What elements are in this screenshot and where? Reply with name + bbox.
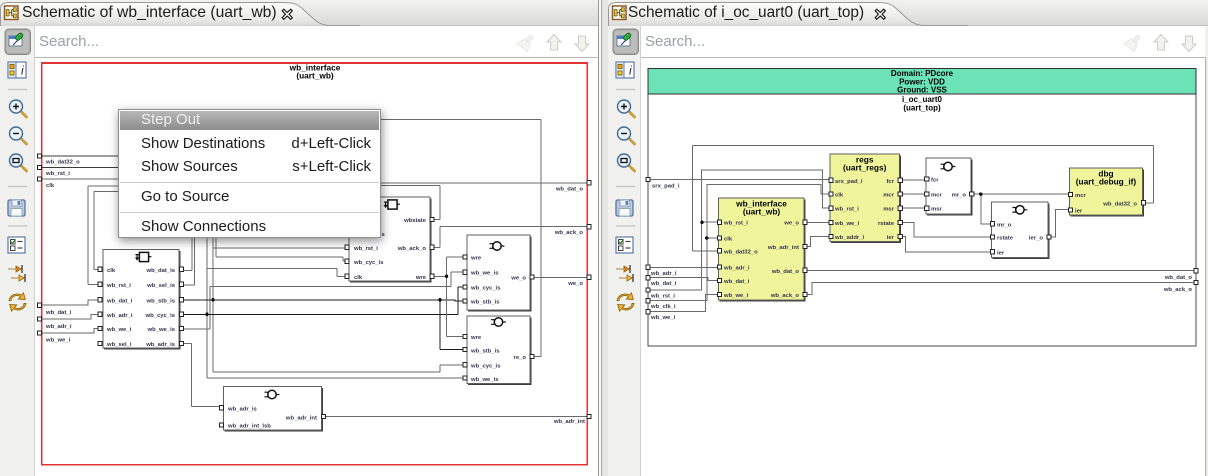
svg-text:clk: clk [354, 275, 363, 281]
svg-text:wbstate: wbstate [403, 218, 427, 224]
svg-text:(uart_wb): (uart_wb) [743, 207, 781, 217]
svg-text:wb_dat_o: wb_dat_o [771, 269, 800, 275]
svg-text:fcr: fcr [886, 179, 894, 185]
svg-text:srx_pad_i: srx_pad_i [652, 184, 680, 190]
svg-text:wb_adr_int: wb_adr_int [767, 245, 799, 251]
svg-text:wb_adr_is: wb_adr_is [145, 342, 176, 348]
svg-text:wb_adr_int: wb_adr_int [285, 416, 317, 422]
svg-text:re_o: re_o [514, 355, 527, 361]
svg-text:wb_cyc_is: wb_cyc_is [353, 260, 384, 266]
svg-text:mcr: mcr [883, 193, 895, 199]
svg-text:wb_dat_i: wb_dat_i [723, 279, 750, 285]
svg-text:wb_we_i: wb_we_i [834, 221, 860, 227]
svg-text:wb_we_i: wb_we_i [650, 315, 676, 321]
svg-text:msr: msr [883, 207, 895, 213]
svg-text:i: i [21, 64, 24, 78]
svg-text:clk: clk [46, 183, 55, 189]
svg-text:wb_rst_i: wb_rst_i [45, 171, 70, 177]
svg-text:wb_sel_is: wb_sel_is [146, 283, 176, 289]
svg-text:wb_we_is: wb_we_is [146, 327, 175, 333]
svg-text:clk: clk [835, 193, 844, 199]
svg-text:wb_dat32_o: wb_dat32_o [723, 249, 758, 255]
svg-text:wb_rst_i: wb_rst_i [834, 207, 859, 213]
svg-text:wb_cyc_is: wb_cyc_is [470, 286, 501, 292]
svg-text:Ground: VSS: Ground: VSS [897, 86, 947, 95]
svg-text:wb_rst_i: wb_rst_i [106, 283, 131, 289]
svg-text:wb_sel_i: wb_sel_i [106, 342, 132, 348]
svg-text:clk: clk [107, 268, 116, 274]
svg-text:clk: clk [724, 237, 733, 243]
svg-text:wb_ack_o: wb_ack_o [397, 246, 427, 252]
svg-text:rstate: rstate [878, 221, 895, 227]
svg-text:wb_ack_o: wb_ack_o [770, 293, 800, 299]
svg-text:wb_we_i: wb_we_i [45, 338, 71, 344]
svg-text:wb_adr_is: wb_adr_is [227, 406, 258, 412]
svg-text:wb_ack_o: wb_ack_o [554, 230, 584, 236]
svg-text:we_o: we_o [510, 276, 526, 282]
svg-text:wb_rst_i: wb_rst_i [723, 221, 748, 227]
svg-text:wre: wre [415, 275, 427, 281]
svg-text:wb_adr_i: wb_adr_i [106, 313, 133, 319]
svg-text:wb_stb_is: wb_stb_is [470, 300, 500, 306]
svg-text:wb_rst_i: wb_rst_i [353, 246, 378, 252]
svg-text:ier: ier [1075, 209, 1083, 215]
svg-text:wre: wre [470, 335, 482, 341]
svg-text:(uart_wb): (uart_wb) [296, 71, 334, 81]
svg-text:wb_cyc_is: wb_cyc_is [470, 363, 501, 369]
svg-text:(uart_regs): (uart_regs) [843, 162, 887, 172]
svg-text:wb_ack_o: wb_ack_o [1163, 287, 1193, 293]
svg-text:wb_we_i: wb_we_i [723, 293, 749, 299]
svg-text:wb_dat_i: wb_dat_i [106, 298, 133, 304]
svg-text:we_o: we_o [567, 281, 583, 287]
svg-text:wb_addr_i: wb_addr_i [834, 235, 864, 241]
svg-text:ier: ier [997, 250, 1005, 256]
svg-text:rstate: rstate [997, 236, 1014, 242]
svg-text:wb_stb_is: wb_stb_is [470, 349, 500, 355]
svg-text:(uart_top): (uart_top) [903, 104, 941, 113]
svg-text:wb_adr_i: wb_adr_i [723, 265, 750, 271]
svg-text:(uart_debug_if): (uart_debug_if) [1076, 176, 1137, 186]
svg-text:ier: ier [887, 235, 895, 241]
svg-text:wre: wre [470, 256, 482, 262]
svg-text:i_oc_uart0: i_oc_uart0 [902, 95, 943, 104]
svg-text:mcr: mcr [931, 193, 943, 199]
svg-text:we_o: we_o [783, 221, 799, 227]
svg-text:wb_adr_i: wb_adr_i [650, 271, 677, 277]
svg-text:wb_adr_i: wb_adr_i [45, 324, 72, 330]
svg-text:fcr: fcr [931, 178, 939, 184]
svg-text:wb_adr_int: wb_adr_int [553, 419, 585, 425]
svg-text:wb_we_is: wb_we_is [470, 271, 499, 277]
svg-text:mr_o: mr_o [952, 193, 967, 199]
svg-text:mcr: mcr [1075, 193, 1087, 199]
svg-text:wb_dat32_o: wb_dat32_o [45, 160, 80, 166]
svg-text:ier_o: ier_o [1029, 236, 1043, 242]
svg-text:wb_dat_i: wb_dat_i [650, 281, 677, 287]
svg-text:wb_we_is: wb_we_is [470, 377, 499, 383]
svg-text:wb_stb_is: wb_stb_is [146, 298, 176, 304]
svg-text:wb_we_i: wb_we_i [106, 327, 132, 333]
svg-text:wb_clk_i: wb_clk_i [650, 304, 676, 310]
svg-text:msr: msr [931, 207, 943, 213]
svg-text:srx_pad_i: srx_pad_i [835, 179, 863, 185]
svg-text:wb_dat_o: wb_dat_o [555, 187, 584, 193]
svg-text:wb_dat32_o: wb_dat32_o [1102, 201, 1137, 207]
svg-text:wb_dat_is: wb_dat_is [146, 268, 176, 274]
svg-text:wb_adr_int_lsb: wb_adr_int_lsb [227, 424, 271, 430]
svg-text:i: i [629, 64, 632, 78]
svg-text:wb_dat_o: wb_dat_o [1164, 275, 1193, 281]
svg-text:wb_dat_i: wb_dat_i [45, 310, 72, 316]
svg-text:wb_rst_i: wb_rst_i [650, 294, 675, 300]
svg-text:wb_cyc_is: wb_cyc_is [145, 313, 176, 319]
svg-text:mr_o: mr_o [997, 222, 1012, 228]
